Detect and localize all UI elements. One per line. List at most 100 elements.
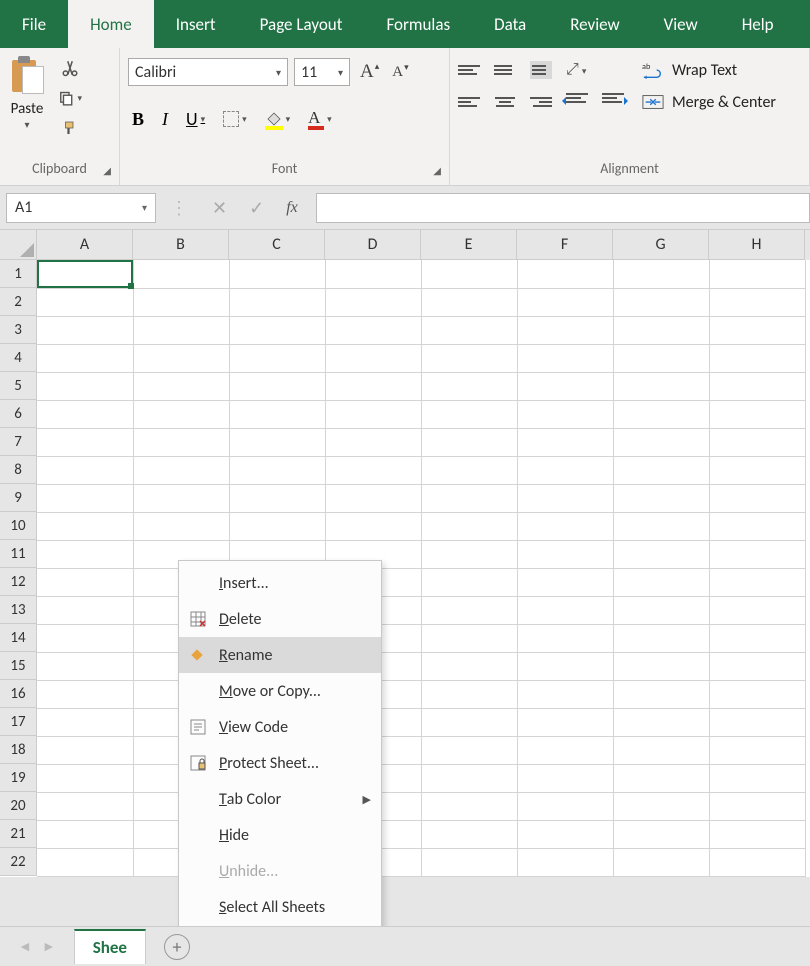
cell-A4[interactable]: [37, 344, 133, 372]
cell-G17[interactable]: [613, 708, 709, 736]
cell-E12[interactable]: [421, 568, 517, 596]
cell-A17[interactable]: [37, 708, 133, 736]
decrease-font-button[interactable]: A: [388, 64, 411, 81]
cell-D2[interactable]: [325, 288, 421, 316]
row-header-14[interactable]: 14: [0, 624, 37, 652]
col-header-a[interactable]: A: [37, 230, 133, 260]
cell-A13[interactable]: [37, 596, 133, 624]
cell-E3[interactable]: [421, 316, 517, 344]
ctx-hide[interactable]: Hide: [179, 817, 381, 853]
cell-F5[interactable]: [517, 372, 613, 400]
tab-insert[interactable]: Insert: [154, 0, 238, 48]
cell-D6[interactable]: [325, 400, 421, 428]
row-header-21[interactable]: 21: [0, 820, 37, 848]
cell-F2[interactable]: [517, 288, 613, 316]
cell-G7[interactable]: [613, 428, 709, 456]
cell-D8[interactable]: [325, 456, 421, 484]
cell-B6[interactable]: [133, 400, 229, 428]
cell-E2[interactable]: [421, 288, 517, 316]
cell-G22[interactable]: [613, 848, 709, 876]
col-header-b[interactable]: B: [133, 230, 229, 260]
cell-C6[interactable]: [229, 400, 325, 428]
cell-E4[interactable]: [421, 344, 517, 372]
cell-F20[interactable]: [517, 792, 613, 820]
cell-H14[interactable]: [709, 624, 805, 652]
cell-E18[interactable]: [421, 736, 517, 764]
cell-C3[interactable]: [229, 316, 325, 344]
ctx-tab-color[interactable]: Tab Color▶: [179, 781, 381, 817]
cell-H1[interactable]: [709, 260, 805, 288]
clipboard-launcher[interactable]: ◢: [103, 164, 111, 177]
cell-D5[interactable]: [325, 372, 421, 400]
ctx-rename[interactable]: Rename: [179, 637, 381, 673]
row-header-19[interactable]: 19: [0, 764, 37, 792]
cell-C1[interactable]: [229, 260, 325, 288]
col-header-d[interactable]: D: [325, 230, 421, 260]
cell-F16[interactable]: [517, 680, 613, 708]
cell-H17[interactable]: [709, 708, 805, 736]
tab-review[interactable]: Review: [548, 0, 641, 48]
cell-F14[interactable]: [517, 624, 613, 652]
col-header-h[interactable]: H: [709, 230, 805, 260]
merge-center-button[interactable]: Merge & Center: [642, 92, 776, 112]
cell-H10[interactable]: [709, 512, 805, 540]
cell-E5[interactable]: [421, 372, 517, 400]
cell-C9[interactable]: [229, 484, 325, 512]
ctx-delete[interactable]: Delete: [179, 601, 381, 637]
font-name-combo[interactable]: Calibri▾: [128, 58, 288, 86]
cell-H16[interactable]: [709, 680, 805, 708]
cell-E17[interactable]: [421, 708, 517, 736]
ctx-insert[interactable]: Insert...: [179, 565, 381, 601]
increase-font-button[interactable]: A: [356, 61, 382, 83]
cell-E10[interactable]: [421, 512, 517, 540]
tab-formulas[interactable]: Formulas: [364, 0, 472, 48]
cell-C4[interactable]: [229, 344, 325, 372]
cell-G19[interactable]: [613, 764, 709, 792]
formula-cancel-button[interactable]: ✕: [212, 197, 227, 219]
cells-area[interactable]: [37, 260, 806, 877]
cell-A7[interactable]: [37, 428, 133, 456]
formula-input[interactable]: [316, 193, 810, 223]
cell-G21[interactable]: [613, 820, 709, 848]
cell-G12[interactable]: [613, 568, 709, 596]
font-size-combo[interactable]: 11▾: [294, 58, 350, 86]
cell-G3[interactable]: [613, 316, 709, 344]
row-header-6[interactable]: 6: [0, 400, 37, 428]
cell-C2[interactable]: [229, 288, 325, 316]
cell-F1[interactable]: [517, 260, 613, 288]
cell-G8[interactable]: [613, 456, 709, 484]
cell-A21[interactable]: [37, 820, 133, 848]
name-box[interactable]: A1▾: [6, 193, 156, 223]
cell-B3[interactable]: [133, 316, 229, 344]
cell-A15[interactable]: [37, 652, 133, 680]
cell-E11[interactable]: [421, 540, 517, 568]
cell-H8[interactable]: [709, 456, 805, 484]
cell-F17[interactable]: [517, 708, 613, 736]
cell-F13[interactable]: [517, 596, 613, 624]
font-color-button[interactable]: A ▾: [308, 108, 332, 130]
borders-button[interactable]: ▾: [223, 111, 247, 127]
row-header-10[interactable]: 10: [0, 512, 37, 540]
cell-F12[interactable]: [517, 568, 613, 596]
cell-G15[interactable]: [613, 652, 709, 680]
cell-A1[interactable]: [37, 260, 133, 288]
cell-H20[interactable]: [709, 792, 805, 820]
col-header-f[interactable]: F: [517, 230, 613, 260]
cell-F6[interactable]: [517, 400, 613, 428]
tab-page-layout[interactable]: Page Layout: [238, 0, 365, 48]
cell-H19[interactable]: [709, 764, 805, 792]
cell-G2[interactable]: [613, 288, 709, 316]
paste-button[interactable]: Paste: [11, 100, 44, 118]
cell-D7[interactable]: [325, 428, 421, 456]
cell-B9[interactable]: [133, 484, 229, 512]
cell-B5[interactable]: [133, 372, 229, 400]
cell-D10[interactable]: [325, 512, 421, 540]
underline-button[interactable]: U▾: [186, 108, 205, 130]
cell-D4[interactable]: [325, 344, 421, 372]
row-header-3[interactable]: 3: [0, 316, 37, 344]
cell-F19[interactable]: [517, 764, 613, 792]
align-left-button[interactable]: [458, 93, 480, 111]
cell-H13[interactable]: [709, 596, 805, 624]
insert-function-button[interactable]: fx: [286, 199, 298, 217]
cell-C8[interactable]: [229, 456, 325, 484]
